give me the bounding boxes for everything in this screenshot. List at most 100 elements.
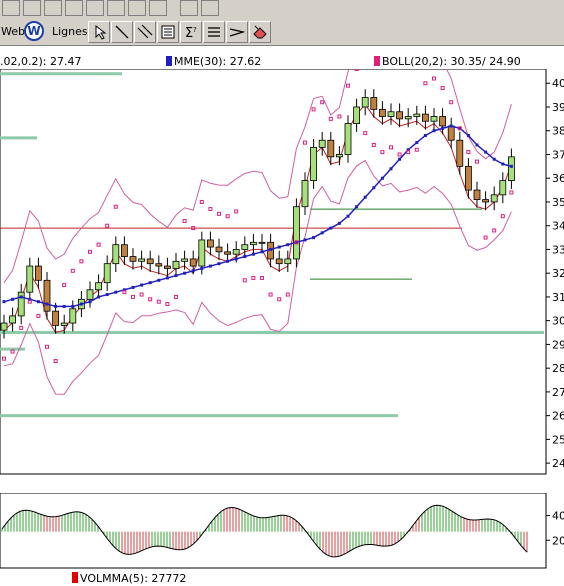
- bar-chart-icon[interactable]: [149, 0, 167, 16]
- mme-legend: MME(30): 27.62: [166, 55, 261, 68]
- indicator-legend: .02,0.2): 27.47 MME(30): 27.62 BOLL(20,2…: [0, 55, 564, 69]
- candle-body: [95, 282, 102, 291]
- candle-body: [258, 241, 266, 244]
- y-tick-label: 29: [552, 338, 564, 351]
- line-chart-icon[interactable]: [107, 0, 125, 16]
- candle-body: [473, 189, 481, 200]
- candle-body: [292, 206, 300, 260]
- arrow-icon[interactable]: [226, 21, 248, 43]
- volume-y-tick-label: 20: [552, 534, 564, 547]
- candle-body: [26, 265, 34, 293]
- y-tick-label: 37: [552, 148, 564, 161]
- price-chart[interactable]: 24 25 26 27 28 29 30 31 32 33 34 35 36 37 38 39 40: [0, 69, 564, 475]
- candle-body: [163, 265, 171, 269]
- candle-body: [189, 258, 197, 267]
- y-tick-label: 27: [552, 386, 564, 399]
- candle-body: [387, 111, 395, 117]
- drawing-toolbar: Web W Lignes Σ?: [0, 18, 564, 46]
- eraser-icon[interactable]: [249, 21, 271, 43]
- boll-legend-label: BOLL(20,2): 30.35/ 24.90: [382, 55, 521, 68]
- volume-y-tick-label: 40: [552, 510, 564, 523]
- sigma-icon[interactable]: Σ?: [180, 21, 202, 43]
- candle-body: [490, 194, 498, 203]
- line-chart-icon[interactable]: [201, 0, 219, 16]
- line-chart-icon[interactable]: [2, 0, 20, 16]
- candle-body: [224, 251, 232, 255]
- y-tick-label: 34: [552, 220, 564, 233]
- candle-body: [155, 263, 163, 267]
- candle-body: [9, 315, 17, 324]
- volume-swatch: [72, 572, 78, 583]
- y-tick-label: 39: [552, 101, 564, 114]
- y-tick-label: 30: [552, 315, 564, 328]
- mme-legend-label: MME(30): 27.62: [174, 55, 262, 68]
- candle-body: [507, 156, 515, 181]
- candle-body: [60, 322, 68, 326]
- candle-body: [404, 116, 412, 120]
- web-label: Web: [1, 25, 25, 38]
- candle-body: [138, 258, 146, 262]
- candle-body: [327, 139, 335, 158]
- candle-body: [318, 139, 326, 148]
- y-tick-label: 25: [552, 433, 564, 446]
- candle-body: [499, 180, 507, 196]
- y-tick-label: 32: [552, 267, 564, 280]
- area-chart-icon[interactable]: [128, 0, 146, 16]
- candle-body: [361, 97, 369, 108]
- candle-body: [69, 308, 77, 324]
- candle-body: [353, 106, 361, 125]
- candle-body: [129, 256, 137, 262]
- y-tick-label: 31: [552, 291, 564, 304]
- candle-body: [421, 113, 429, 122]
- candle-body: [482, 199, 490, 203]
- candle-body: [275, 258, 283, 265]
- plot-frame: [0, 69, 547, 475]
- line-chart-icon[interactable]: [23, 0, 41, 16]
- candle-body: [112, 244, 120, 265]
- line-icon[interactable]: [111, 21, 133, 43]
- y-tick-label: 40: [552, 77, 564, 90]
- candle-body: [456, 139, 464, 167]
- svg-text:?: ?: [193, 26, 197, 34]
- horizontal-lines-icon[interactable]: [203, 21, 225, 43]
- y-tick-label: 28: [552, 362, 564, 375]
- candle-body: [249, 241, 257, 246]
- bar-chart-icon[interactable]: [180, 0, 198, 16]
- candle-body: [241, 244, 249, 250]
- parallel-lines-icon[interactable]: [134, 21, 156, 43]
- boll-legend: BOLL(20,2): 30.35/ 24.90: [374, 55, 521, 68]
- volume-legend-label: VOLMMA(5): 27772: [80, 572, 187, 585]
- y-tick-label: 36: [552, 172, 564, 185]
- candle-body: [378, 108, 386, 117]
- candle-body: [344, 123, 352, 155]
- lines-label: Lignes: [52, 25, 88, 38]
- bar-chart-icon[interactable]: [86, 0, 104, 16]
- mme-swatch: [166, 56, 172, 66]
- candle-body: [310, 146, 318, 181]
- line-chart-icon[interactable]: [44, 0, 62, 16]
- text-icon[interactable]: [157, 21, 179, 43]
- volume-legend: VOLMMA(5): 27772: [72, 572, 186, 585]
- candle-body: [52, 310, 59, 326]
- web-button[interactable]: W: [24, 21, 44, 41]
- candle-body: [335, 154, 343, 158]
- candle-body: [370, 97, 378, 110]
- cursor-icon[interactable]: [88, 21, 110, 43]
- sar-legend: .02,0.2): 27.47: [0, 55, 82, 68]
- candle-body: [301, 180, 309, 208]
- candle-body: [430, 116, 438, 122]
- candle-body: [35, 265, 42, 281]
- y-tick-label: 33: [552, 243, 564, 256]
- candle-body: [206, 239, 214, 248]
- candle-body: [172, 260, 180, 269]
- line-chart-icon[interactable]: [65, 0, 83, 16]
- candle-body: [86, 289, 94, 300]
- candle-body: [43, 279, 51, 312]
- candle-body: [464, 165, 472, 191]
- y-tick-label: 26: [552, 410, 564, 423]
- volume-chart[interactable]: 2040: [0, 493, 564, 569]
- y-tick-label: 38: [552, 125, 564, 138]
- y-tick-label: 35: [552, 196, 564, 209]
- candle-body: [447, 125, 455, 141]
- candle-body: [413, 113, 421, 117]
